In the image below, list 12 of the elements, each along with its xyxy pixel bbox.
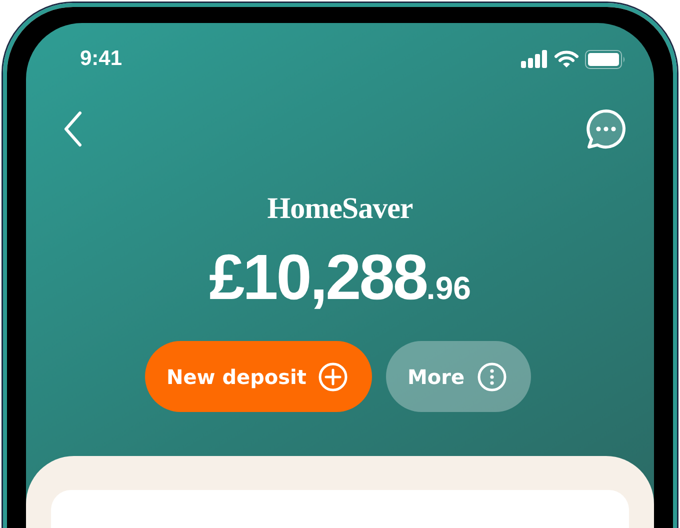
account-name: HomeSaver [267,192,413,226]
wifi-icon [554,50,579,68]
status-time: 9:41 [80,47,122,71]
battery-icon [585,50,626,68]
chat-icon[interactable] [585,109,627,149]
more-button[interactable]: More [386,341,531,412]
plus-icon [318,362,348,392]
signal-icon [521,50,548,68]
more-icon [476,362,507,392]
back-icon[interactable] [62,111,84,147]
new-deposit-button[interactable]: New deposit [145,341,372,412]
balance-amount: £10,288.96 [209,240,471,315]
